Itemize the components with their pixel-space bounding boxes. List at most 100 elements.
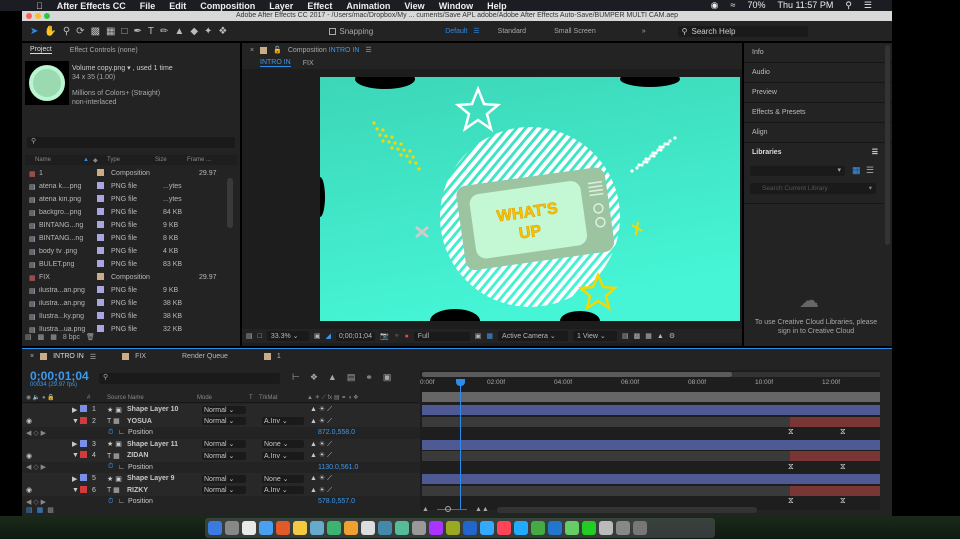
shape-layer-bar[interactable] [422, 405, 880, 415]
text-layer-bar[interactable] [422, 485, 880, 496]
menu-edit[interactable]: Edit [169, 1, 186, 11]
region-of-interest-icon[interactable]: ▣ [475, 332, 482, 340]
new-folder-icon[interactable]: ▩ [38, 333, 45, 341]
col-size[interactable]: Size [155, 157, 187, 163]
column-number[interactable]: # [87, 395, 107, 401]
zoom-out-icon[interactable]: ▲ [422, 506, 429, 513]
layer-label-swatch[interactable] [80, 451, 87, 459]
collapse-arrow-icon[interactable]: ▼ [72, 418, 80, 425]
panel-preview[interactable]: Preview [744, 83, 892, 103]
item-name[interactable]: Volume copy.png ▾ , used 1 time [72, 64, 173, 73]
composition-canvas[interactable]: WHAT'S UP [320, 77, 740, 321]
panel-audio[interactable]: Audio [744, 63, 892, 83]
column-mode[interactable]: Mode [197, 395, 249, 401]
panel-menu-icon[interactable]: ☰ [365, 46, 371, 54]
timeline-icon[interactable]: ▦ [645, 332, 652, 340]
dock-app-icon[interactable] [565, 521, 579, 535]
breadcrumb-fix[interactable]: FIX [303, 60, 314, 67]
zoom-tool-icon[interactable]: ⚲ [63, 26, 70, 37]
dock-app-icon[interactable] [361, 521, 375, 535]
dock-app-icon[interactable] [412, 521, 426, 535]
notification-icon[interactable]: ☰ [864, 0, 872, 11]
work-area-navigator[interactable] [422, 372, 732, 377]
text-layer-duration[interactable] [790, 451, 880, 461]
stopwatch-icon[interactable]: ⏱ [108, 463, 118, 471]
panel-menu-icon[interactable]: ☰ [872, 143, 878, 163]
workspace-small-screen[interactable]: Small Screen [554, 28, 596, 35]
graph-editor-icon[interactable]: ▣ [383, 372, 392, 383]
track-matte-dropdown[interactable]: A.Inv ⌄ [262, 451, 304, 460]
eraser-tool-icon[interactable]: ◆ [190, 26, 198, 37]
menu-app[interactable]: After Effects CC [57, 1, 126, 11]
type-tool-icon[interactable]: T [148, 26, 154, 37]
battery-status[interactable]: 70% [747, 0, 765, 11]
dock-app-icon[interactable] [276, 521, 290, 535]
dock-app-icon[interactable] [293, 521, 307, 535]
menu-file[interactable]: File [140, 1, 156, 11]
library-dropdown[interactable]: ▾ [750, 166, 845, 176]
menu-effect[interactable]: Effect [307, 1, 332, 11]
dock-app-icon[interactable] [633, 521, 647, 535]
flowchart-icon[interactable]: ▲ [657, 333, 664, 340]
property-value[interactable]: 872.0,558.0 [318, 429, 355, 436]
dock-app-icon[interactable] [531, 521, 545, 535]
property-row[interactable]: ◀ ◇ ▶ ⏱ ∟ Position 872.0,558.0 [22, 427, 422, 439]
dock-app-icon[interactable] [395, 521, 409, 535]
dock-app-icon[interactable] [208, 521, 222, 535]
dock-app-icon[interactable] [259, 521, 273, 535]
playhead[interactable] [460, 380, 461, 510]
playhead-handle[interactable] [456, 379, 465, 386]
keyframe-navigator[interactable]: ◀ ◇ ▶ [22, 463, 108, 471]
menu-layer[interactable]: Layer [269, 1, 293, 11]
tab-effect-controls[interactable]: Effect Controls (none) [70, 47, 138, 54]
label-swatch[interactable] [97, 299, 104, 306]
text-layer-bar[interactable] [422, 416, 880, 427]
dock-app-icon[interactable] [327, 521, 341, 535]
keyframe-icon[interactable]: ⧖ [788, 427, 794, 437]
project-item[interactable]: ▤ ilustra...an.png PNG file 38 KB [25, 297, 237, 310]
track-matte-dropdown[interactable]: None ⌄ [262, 474, 304, 483]
project-item[interactable]: ▦ 1 Composition 29.97 [25, 167, 237, 180]
dock-app-icon[interactable] [242, 521, 256, 535]
dock-app-icon[interactable] [463, 521, 477, 535]
channel-icon[interactable]: ● [405, 333, 409, 340]
shape-layer-bar[interactable] [422, 474, 880, 484]
project-item[interactable]: ▤ ilustra...an.png PNG file 9 KB [25, 284, 237, 297]
text-layer-duration[interactable] [790, 416, 880, 427]
stopwatch-icon[interactable]: ⏱ [108, 429, 118, 437]
keyframe-icon[interactable]: ⧖ [840, 496, 846, 506]
always-preview-icon[interactable]: ▤ [246, 332, 253, 340]
timeline-tab-1[interactable]: 1 [277, 353, 281, 360]
pen-tool-icon[interactable]: ✒ [134, 26, 142, 37]
interpret-footage-icon[interactable]: ▤ [25, 333, 32, 341]
project-item[interactable]: ▤ BULET.png PNG file 83 KB [25, 258, 237, 271]
dock-app-icon[interactable] [616, 521, 630, 535]
project-item[interactable]: ▤ backgro...png PNG file 84 KB [25, 206, 237, 219]
dock-app-icon[interactable] [344, 521, 358, 535]
show-snapshot-icon[interactable]: ⚭ [394, 332, 400, 340]
track-matte-dropdown[interactable]: A.Inv ⌄ [262, 417, 304, 426]
clone-stamp-tool-icon[interactable]: ▲ [174, 26, 184, 37]
list-view-icon[interactable]: ☰ [866, 165, 874, 176]
roto-brush-tool-icon[interactable]: ✦ [204, 26, 212, 37]
keyframe-icon[interactable]: ⧖ [788, 462, 794, 472]
blend-mode-dropdown[interactable]: Normal ⌄ [202, 405, 246, 414]
layer-label-swatch[interactable] [80, 416, 87, 424]
zoom-slider[interactable] [436, 506, 467, 512]
label-icon[interactable]: ◆ [93, 157, 103, 164]
layer-switches[interactable]: ▲ ☀ ⟋ [310, 486, 332, 495]
composition-mini-flowchart-icon[interactable]: ⊢ [292, 372, 300, 383]
selection-tool-icon[interactable]: ➤ [30, 26, 38, 37]
project-search-input[interactable]: ⚲ [27, 137, 235, 148]
layer-switches[interactable]: ▲ ☀ ⟋ [310, 417, 332, 426]
keyframe-icon[interactable]: ⧖ [840, 462, 846, 472]
layer-label-swatch[interactable] [80, 405, 87, 413]
workspace-default[interactable]: Default [445, 28, 467, 35]
column-trkmat[interactable]: TrkMat [259, 395, 307, 401]
blend-mode-dropdown[interactable]: Normal ⌄ [202, 486, 246, 495]
pan-behind-tool-icon[interactable]: ▦ [106, 26, 115, 37]
sort-ascending-icon[interactable]: ▲ [83, 157, 93, 163]
text-layer-bar[interactable] [422, 451, 880, 461]
dock-app-icon[interactable] [497, 521, 511, 535]
workspace-standard[interactable]: Standard [498, 28, 526, 35]
